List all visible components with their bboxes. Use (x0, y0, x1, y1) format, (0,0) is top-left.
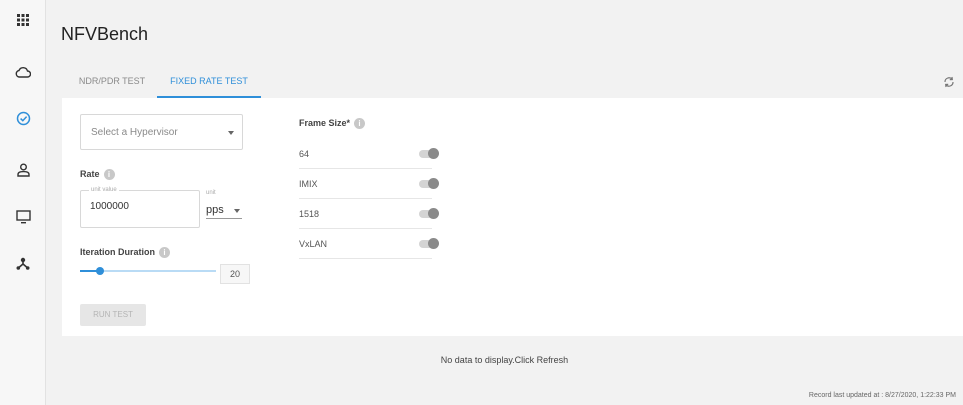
info-icon[interactable]: i (159, 247, 171, 259)
caret-down-icon (234, 209, 240, 213)
frame-size-option-1518: 1518 (299, 199, 439, 229)
toggle-knob (428, 238, 439, 249)
rate-value-field[interactable]: unit value (80, 186, 200, 228)
frame-size-name: 1518 (299, 209, 320, 219)
toggle-knob (428, 178, 439, 189)
iteration-duration-slider[interactable] (80, 267, 216, 275)
check-circle-icon (16, 111, 30, 125)
frame-size-name: IMIX (299, 179, 318, 189)
hypervisor-select[interactable]: Select a Hypervisor (80, 114, 243, 150)
toggle-knob (428, 208, 439, 219)
frame-size-toggle[interactable] (419, 238, 439, 249)
unit-label: unit (206, 190, 216, 196)
slider-thumb[interactable] (96, 267, 105, 275)
sidebar-item-cloud[interactable] (0, 52, 46, 92)
info-icon[interactable]: i (103, 169, 115, 181)
toggle-knob (428, 148, 439, 159)
fixed-rate-form-card: Select a Hypervisor Ratei unit value uni… (62, 98, 963, 336)
run-test-button[interactable]: RUN TEST (80, 304, 146, 326)
info-icon[interactable]: i (354, 118, 366, 130)
frame-size-toggle[interactable] (419, 178, 439, 189)
caret-down-icon (228, 131, 234, 135)
tab-fixed-rate-test[interactable]: FIXED RATE TEST (157, 64, 261, 98)
page-title: NFVBench (61, 24, 149, 44)
iteration-duration-value[interactable]: 20 (220, 264, 250, 284)
frame-size-name: VxLAN (299, 239, 328, 249)
unit-select[interactable]: pps (206, 201, 242, 219)
iteration-label-row: Iteration Duration i (80, 247, 171, 259)
frame-size-toggle[interactable] (419, 208, 439, 219)
network-icon (16, 257, 30, 270)
cloud-icon (15, 67, 31, 78)
tab-ndr-pdr-test[interactable]: NDR/PDR TEST (72, 64, 152, 98)
unit-select-value: pps (206, 204, 224, 216)
user-icon (16, 163, 30, 177)
frame-size-option-imix: IMIX (299, 169, 439, 199)
sidebar-item-apps[interactable] (0, 0, 46, 40)
last-updated-text: Record last updated at : 8/27/2020, 1:22… (808, 392, 956, 399)
sidebar-item-tests[interactable] (0, 98, 46, 138)
iteration-duration-label: Iteration Duration (80, 247, 156, 257)
rate-field-legend: unit value (89, 186, 119, 194)
frame-size-name: 64 (299, 149, 310, 159)
refresh-icon (944, 76, 954, 88)
refresh-button[interactable] (942, 75, 956, 89)
rate-value-input[interactable] (90, 201, 190, 212)
rate-label-row: Rate i (80, 169, 115, 181)
sidebar-item-network[interactable] (0, 243, 46, 283)
sidebar-item-monitor[interactable] (0, 197, 46, 237)
frame-size-label: Frame Size* (299, 118, 351, 128)
monitor-icon (15, 210, 31, 224)
apps-grid-icon (17, 14, 29, 26)
sidebar (0, 0, 46, 405)
rate-label: Rate (80, 169, 100, 179)
frame-size-option-vxlan: VxLAN (299, 229, 439, 259)
hypervisor-select-placeholder: Select a Hypervisor (91, 127, 178, 138)
sidebar-item-user[interactable] (0, 150, 46, 190)
frame-size-option-64: 64 (299, 139, 439, 169)
no-data-message: No data to display.Click Refresh (440, 355, 569, 365)
frame-size-toggle[interactable] (419, 148, 439, 159)
frame-size-label-row: Frame Size* i (299, 118, 366, 130)
